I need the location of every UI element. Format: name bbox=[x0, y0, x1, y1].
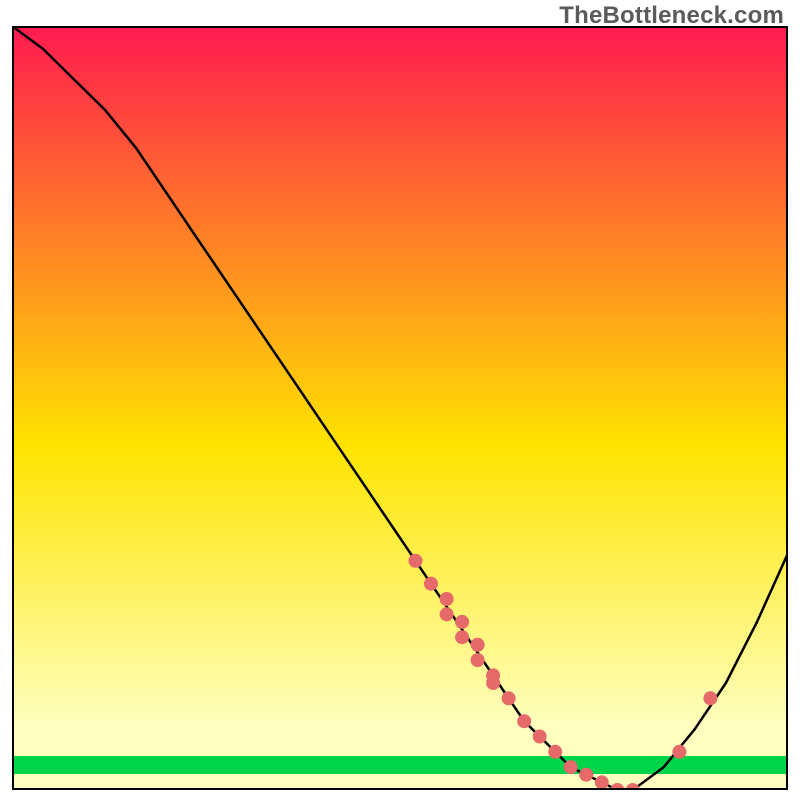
chart-wrapper: TheBottleneck.com bbox=[0, 0, 800, 800]
marker-point bbox=[703, 691, 717, 705]
marker-point bbox=[455, 630, 469, 644]
marker-point bbox=[564, 760, 578, 774]
marker-point bbox=[517, 714, 531, 728]
marker-point bbox=[502, 691, 516, 705]
marker-point bbox=[672, 745, 686, 759]
marker-point bbox=[424, 577, 438, 591]
marker-point bbox=[486, 676, 500, 690]
marker-point bbox=[471, 653, 485, 667]
marker-point bbox=[548, 745, 562, 759]
bottleneck-chart bbox=[12, 26, 788, 790]
marker-point bbox=[471, 638, 485, 652]
watermark-text: TheBottleneck.com bbox=[559, 2, 784, 30]
marker-point bbox=[579, 768, 593, 782]
marker-point bbox=[440, 607, 454, 621]
marker-point bbox=[409, 554, 423, 568]
marker-point bbox=[595, 775, 609, 789]
marker-point bbox=[533, 730, 547, 744]
marker-point bbox=[455, 615, 469, 629]
marker-point bbox=[440, 592, 454, 606]
